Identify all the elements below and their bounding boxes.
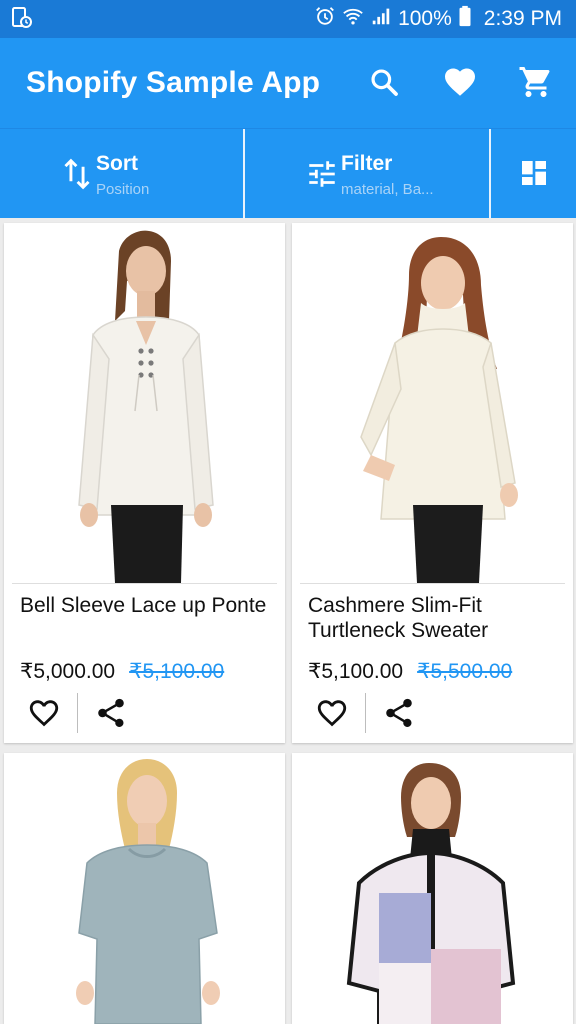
heart-icon[interactable] — [440, 62, 480, 102]
original-price: ₹5,100.00 — [129, 660, 225, 683]
action-divider — [365, 693, 366, 733]
product-price: ₹5,000.00 ₹5,100.00 — [20, 659, 224, 684]
signal-icon — [370, 5, 392, 33]
action-divider — [77, 693, 78, 733]
filter-label: Filter — [341, 152, 393, 175]
product-image[interactable] — [292, 223, 573, 583]
battery-icon — [458, 5, 472, 33]
grid-layout-button[interactable] — [491, 129, 576, 219]
product-card[interactable]: Bell Sleeve Lace up Ponte ₹5,000.00 ₹5,10… — [4, 223, 285, 743]
share-icon[interactable] — [93, 695, 129, 731]
wishlist-heart-icon[interactable] — [314, 695, 350, 731]
sort-icon — [62, 157, 92, 196]
product-price: ₹5,100.00 ₹5,500.00 — [308, 659, 512, 684]
product-card[interactable] — [292, 753, 573, 1024]
product-image[interactable] — [4, 223, 285, 583]
product-image[interactable] — [4, 753, 285, 1024]
original-price: ₹5,500.00 — [417, 660, 513, 683]
grid-layout-icon — [518, 157, 550, 194]
battery-level: 100% — [398, 7, 452, 30]
current-price: ₹5,100.00 — [308, 660, 404, 683]
current-price: ₹5,000.00 — [20, 660, 116, 683]
filter-icon — [305, 157, 339, 196]
sort-button[interactable]: Sort Position — [0, 129, 244, 219]
filter-value: material, Ba... — [341, 181, 434, 198]
product-card[interactable]: Cashmere Slim-Fit Turtleneck Sweater ₹5,… — [292, 223, 573, 743]
cart-icon[interactable] — [516, 62, 556, 102]
notification-icon — [10, 6, 34, 35]
product-name[interactable]: Bell Sleeve Lace up Ponte — [20, 593, 275, 618]
filter-button[interactable]: Filter material, Ba... — [245, 129, 489, 219]
app-title: Shopify Sample App — [26, 66, 321, 99]
alarm-icon — [314, 5, 336, 33]
status-bar: 100% 2:39 PM — [0, 0, 576, 38]
wifi-icon — [342, 5, 364, 33]
share-icon[interactable] — [381, 695, 417, 731]
card-divider — [300, 583, 565, 584]
clock: 2:39 PM — [483, 7, 562, 30]
sort-value: Position — [96, 181, 150, 198]
sort-label: Sort — [96, 152, 138, 175]
product-name[interactable]: Cashmere Slim-Fit Turtleneck Sweater — [308, 593, 563, 643]
card-divider — [12, 583, 277, 584]
search-icon[interactable] — [364, 62, 404, 102]
sort-filter-bar: Sort Position Filter material, Ba... — [0, 128, 576, 219]
product-card[interactable] — [4, 753, 285, 1024]
wishlist-heart-icon[interactable] — [26, 695, 62, 731]
app-bar: Shopify Sample App — [0, 38, 576, 128]
product-image[interactable] — [292, 753, 573, 1024]
